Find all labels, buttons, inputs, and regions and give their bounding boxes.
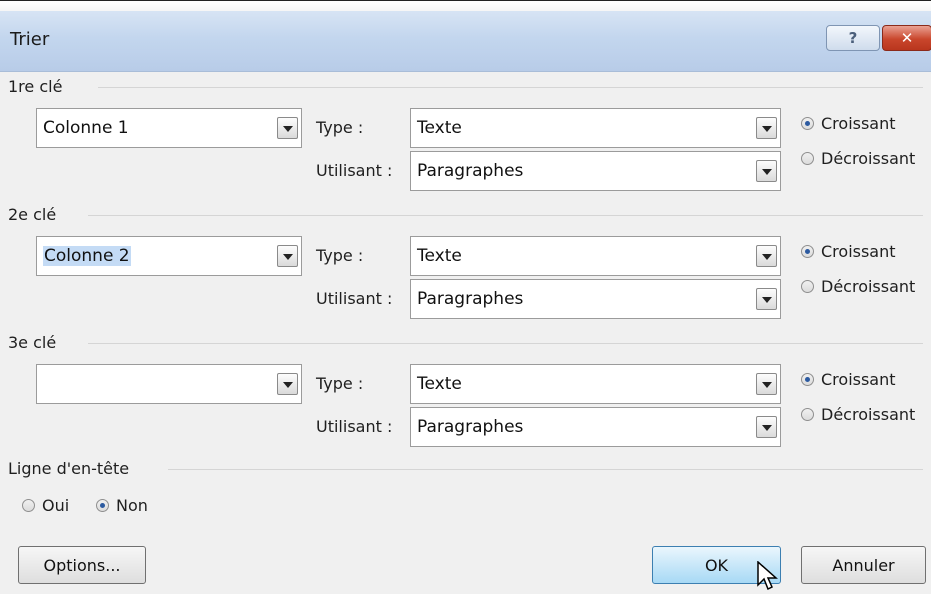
mouse-cursor-icon — [757, 561, 778, 591]
chevron-down-icon[interactable] — [756, 245, 777, 267]
key1-column-value: Colonne 1 — [43, 118, 129, 138]
key2-divider — [88, 215, 923, 216]
key1-group: 1re clé — [8, 77, 923, 96]
close-icon: ✕ — [900, 29, 914, 47]
key1-type-value: Texte — [417, 118, 462, 138]
key2-using-value: Paragraphes — [417, 289, 524, 309]
radio-selected-icon — [801, 117, 814, 130]
chevron-down-icon[interactable] — [756, 117, 777, 139]
key3-descending-label: Décroissant — [821, 405, 916, 424]
key1-descending-radio[interactable]: Décroissant — [801, 149, 915, 168]
title-bar: Trier ? ✕ — [0, 11, 931, 72]
chevron-down-icon[interactable] — [756, 373, 777, 395]
key2-type-label: Type : — [316, 246, 364, 265]
chevron-down-icon[interactable] — [756, 160, 777, 182]
radio-selected-icon — [801, 245, 814, 258]
radio-unselected-icon — [801, 152, 814, 165]
radio-selected-icon — [96, 499, 109, 512]
key3-divider — [88, 343, 923, 344]
help-button[interactable]: ? — [826, 25, 880, 51]
key3-using-select[interactable]: Paragraphes — [410, 407, 781, 447]
key2-descending-radio[interactable]: Décroissant — [801, 277, 915, 296]
radio-unselected-icon — [801, 280, 814, 293]
key3-label: 3e clé — [8, 333, 57, 352]
header-row-label: Ligne d'en-tête — [8, 459, 130, 478]
header-no-label: Non — [116, 496, 148, 515]
key1-using-select[interactable]: Paragraphes — [410, 151, 781, 191]
key1-divider — [98, 87, 923, 88]
key3-type-label: Type : — [316, 374, 364, 393]
key1-ascending-radio[interactable]: Croissant — [801, 114, 896, 133]
key2-column-value: Colonne 2 — [43, 246, 131, 266]
help-icon: ? — [848, 29, 858, 47]
key1-using-value: Paragraphes — [417, 161, 524, 181]
key2-label: 2e clé — [8, 205, 57, 224]
key3-type-value: Texte — [417, 374, 462, 394]
header-yes-radio[interactable]: Oui — [22, 496, 69, 515]
header-row-group: Ligne d'en-tête — [8, 459, 923, 478]
chevron-down-icon[interactable] — [277, 117, 298, 139]
key1-descending-label: Décroissant — [821, 149, 916, 168]
key1-column-select[interactable]: Colonne 1 — [36, 108, 302, 148]
cancel-button[interactable]: Annuler — [801, 546, 926, 584]
key1-using-label: Utilisant : — [316, 161, 393, 180]
key1-ascending-label: Croissant — [821, 114, 896, 133]
sort-dialog: Trier ? ✕ 1re clé Colonne 1 Type : Texte… — [0, 0, 931, 594]
key2-group: 2e clé — [8, 205, 923, 224]
radio-unselected-icon — [801, 408, 814, 421]
chevron-down-icon[interactable] — [277, 373, 298, 395]
key2-descending-label: Décroissant — [821, 277, 916, 296]
key2-using-label: Utilisant : — [316, 289, 393, 308]
key3-ascending-radio[interactable]: Croissant — [801, 370, 896, 389]
key2-type-select[interactable]: Texte — [410, 236, 781, 276]
key1-type-label: Type : — [316, 118, 364, 137]
key1-type-select[interactable]: Texte — [410, 108, 781, 148]
key3-ascending-label: Croissant — [821, 370, 896, 389]
header-row-divider — [168, 469, 923, 470]
key3-using-value: Paragraphes — [417, 417, 524, 437]
key3-column-select[interactable] — [36, 364, 302, 404]
key2-ascending-radio[interactable]: Croissant — [801, 242, 896, 261]
radio-selected-icon — [801, 373, 814, 386]
key2-column-select[interactable]: Colonne 2 — [36, 236, 302, 276]
header-yes-label: Oui — [42, 496, 70, 515]
key2-using-select[interactable]: Paragraphes — [410, 279, 781, 319]
key3-type-select[interactable]: Texte — [410, 364, 781, 404]
header-no-radio[interactable]: Non — [96, 496, 148, 515]
chevron-down-icon[interactable] — [756, 288, 777, 310]
dialog-title: Trier — [10, 29, 50, 50]
key1-label: 1re clé — [8, 77, 63, 96]
chevron-down-icon[interactable] — [277, 245, 298, 267]
key2-type-value: Texte — [417, 246, 462, 266]
chevron-down-icon[interactable] — [756, 416, 777, 438]
key3-using-label: Utilisant : — [316, 417, 393, 436]
key3-group: 3e clé — [8, 333, 923, 352]
key3-descending-radio[interactable]: Décroissant — [801, 405, 915, 424]
radio-unselected-icon — [22, 499, 35, 512]
key2-ascending-label: Croissant — [821, 242, 896, 261]
options-button[interactable]: Options... — [18, 546, 146, 584]
close-button[interactable]: ✕ — [882, 25, 931, 51]
